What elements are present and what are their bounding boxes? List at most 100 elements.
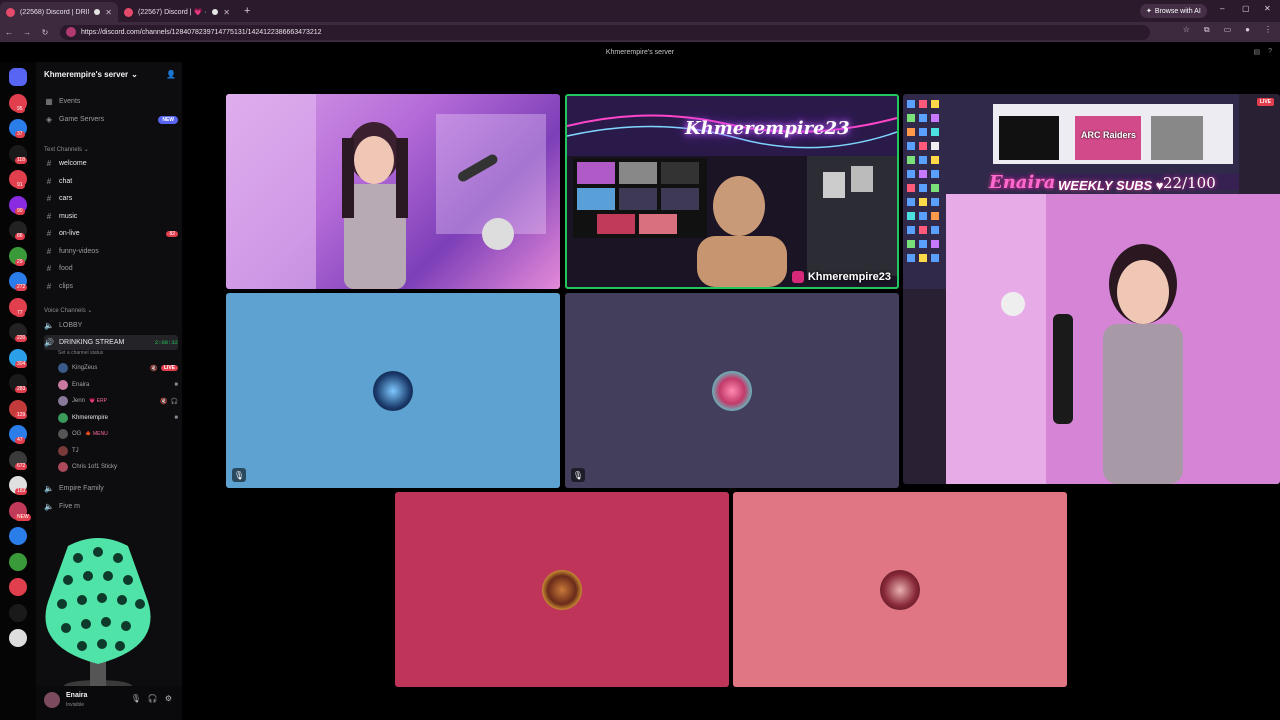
video-tile-cam-1[interactable] <box>226 94 560 289</box>
voice-user-tag: 💗 ERP <box>89 398 107 404</box>
voice-channel-five-m[interactable]: 🔈 Five m <box>44 499 178 514</box>
calendar-icon: ▦ <box>45 97 53 106</box>
avatar[interactable] <box>44 692 60 708</box>
sidebar-item-events[interactable]: ▦ Events <box>44 94 178 109</box>
channel-label: on-live <box>59 230 80 237</box>
camera-icon: ■ <box>174 414 178 421</box>
voice-channel-lobby[interactable]: 🔈 LOBBY <box>44 318 178 333</box>
voice-user[interactable]: KingZeus 🔇 LIVE <box>58 361 178 375</box>
sidebar-item-channel[interactable]: # music <box>44 209 178 224</box>
back-icon[interactable]: ← <box>0 28 18 37</box>
voice-user[interactable]: Khmerempire ■ <box>58 411 178 425</box>
sidebar-item-channel[interactable]: # welcome <box>44 156 178 171</box>
video-tile-enaira-stream[interactable]: LIVE Enaira WEEKLY SUBS ♥ 22/100 ARC Rai… <box>903 94 1280 484</box>
instagram-handle: Khmerempire23 <box>807 271 891 283</box>
voice-tile-3[interactable] <box>395 492 729 687</box>
voice-stage: Khmerempire23 Khmerempire23 LIVE Enaira … <box>182 62 1280 720</box>
tab-title: (22568) Discord | DRINKING… <box>20 8 89 16</box>
forward-icon[interactable]: → <box>18 28 36 37</box>
headphones-icon[interactable]: 🎧 <box>148 694 158 703</box>
close-tab-icon[interactable]: ✕ <box>223 8 230 17</box>
close-tab-icon[interactable]: ✕ <box>105 8 112 17</box>
voice-tile-2[interactable]: 🎙 <box>565 293 899 488</box>
browser-tab-2[interactable]: (22567) Discord | 💗 · Gen… ✕ <box>118 2 236 22</box>
voice-user[interactable]: Chris 1of1 Sticky <box>58 460 178 474</box>
voice-user-name: KingZeus <box>72 365 98 371</box>
voice-user-indicators: 🔇 🎧 <box>160 398 178 405</box>
voice-user-tag: 🍁 MENU <box>85 431 108 437</box>
avatar <box>712 370 752 411</box>
help-icon[interactable]: ? <box>1268 48 1272 56</box>
menu-icon[interactable]: ⋮ <box>1264 25 1272 35</box>
reload-icon[interactable]: ↻ <box>36 28 54 37</box>
inbox-icon[interactable]: ▤ <box>1253 48 1260 56</box>
video-tile-khmerempire-stream[interactable]: Khmerempire23 Khmerempire23 <box>565 94 899 289</box>
voice-timer: 2:08:32 <box>154 339 178 346</box>
active-voice-label: DRINKING STREAM <box>59 339 125 346</box>
sidebar-item-game-servers[interactable]: ◈ Game Servers NEW <box>44 112 178 127</box>
voice-channel-drinking-stream[interactable]: 🔊 DRINKING STREAM 2:08:32 <box>44 335 178 350</box>
extensions-icon[interactable]: ⧉ <box>1204 25 1210 35</box>
hashtag-icon: # <box>46 159 52 168</box>
hashtag-icon: # <box>46 211 52 221</box>
sidebar-item-channel[interactable]: # clips <box>44 279 178 294</box>
browse-ai-label: Browse with AI <box>1154 7 1201 15</box>
voice-channels-category[interactable]: Voice Channels ⌄ <box>44 307 92 314</box>
new-tab-button[interactable]: + <box>236 5 258 17</box>
maximize-button[interactable]: ▢ <box>1242 4 1250 13</box>
bookmark-star-icon[interactable]: ☆ <box>1183 25 1190 35</box>
voice-user[interactable]: TJ <box>58 444 178 458</box>
site-info-icon[interactable] <box>66 27 76 37</box>
voice-tile-1[interactable]: 🎙 <box>226 293 560 488</box>
gear-icon[interactable]: ⚙ <box>165 694 172 703</box>
sidebar-item-channel[interactable]: # food <box>44 261 178 276</box>
server-icon[interactable] <box>9 552 27 571</box>
sidebar-item-channel[interactable]: # on-live 82 <box>44 226 178 241</box>
title-strip-text: Khmerempire's server <box>605 48 675 56</box>
server-mention-badge: 220 <box>15 335 28 342</box>
channel-label: clips <box>59 282 74 290</box>
camera-icon: ■ <box>174 381 178 388</box>
user-controls: 🎙 🎧 ⚙ <box>131 694 172 703</box>
server-icon[interactable] <box>9 603 27 622</box>
browser-tab-1[interactable]: (22568) Discord | DRINKING… ✕ <box>0 2 118 22</box>
audio-icon[interactable] <box>212 9 219 15</box>
sidebar-item-channel[interactable]: # funny-videos <box>44 244 178 259</box>
text-channels-label: Text Channels <box>44 147 83 153</box>
channel-status[interactable]: Set a channel status <box>58 350 103 356</box>
close-window-button[interactable]: ✕ <box>1264 4 1271 13</box>
unread-badge: 82 <box>166 230 178 237</box>
avatar <box>58 396 68 406</box>
server-mention-badge: 90 <box>15 207 25 215</box>
voice-tile-4[interactable] <box>733 492 1067 687</box>
voice-user[interactable]: Jenn 💗 ERP 🔇 🎧 <box>58 394 178 408</box>
screen-share-icon[interactable]: ▭ <box>1224 25 1232 35</box>
gamepad-icon: ◈ <box>45 115 53 124</box>
server-icon[interactable] <box>9 629 27 647</box>
voice-channel-empire-family[interactable]: 🔈 Empire Family <box>44 481 178 496</box>
address-bar-icons: ☆ ⧉ ▭ ● ⋮ <box>1183 25 1272 35</box>
microphone-icon[interactable]: 🎙 <box>131 694 141 703</box>
direct-messages-icon[interactable] <box>9 68 27 86</box>
audio-icon[interactable] <box>94 9 101 15</box>
voice-user-name: Chris 1of1 Sticky <box>72 464 118 470</box>
server-mention-badge: 272 <box>15 284 28 291</box>
server-icon[interactable] <box>9 527 27 545</box>
voice-user[interactable]: Enaira ■ <box>58 378 178 392</box>
server-name-header[interactable]: Khmerempire's server ⌄ <box>44 70 138 79</box>
server-icon[interactable] <box>9 578 27 596</box>
text-channels-category[interactable]: Text Channels ⌄ <box>44 146 89 153</box>
hashtag-icon: # <box>46 229 52 238</box>
server-name: Khmerempire's server <box>44 70 129 79</box>
speaker-active-icon: 🔊 <box>44 338 54 347</box>
browse-with-ai-button[interactable]: ✦ Browse with AI <box>1140 4 1207 18</box>
url-field[interactable]: https://discord.com/channels/12840782397… <box>60 24 1150 40</box>
sidebar-item-channel[interactable]: # chat <box>44 174 178 189</box>
minimize-button[interactable]: – <box>1220 4 1224 13</box>
profile-icon[interactable]: ● <box>1245 25 1250 35</box>
server-mention-badge: 183 <box>15 488 28 495</box>
invite-icon[interactable]: 👤 <box>166 70 176 79</box>
voice-user[interactable]: OG 🍁 MENU <box>58 427 178 441</box>
voice-user-name: OG <box>72 431 82 437</box>
sidebar-item-channel[interactable]: # cars <box>44 191 178 206</box>
